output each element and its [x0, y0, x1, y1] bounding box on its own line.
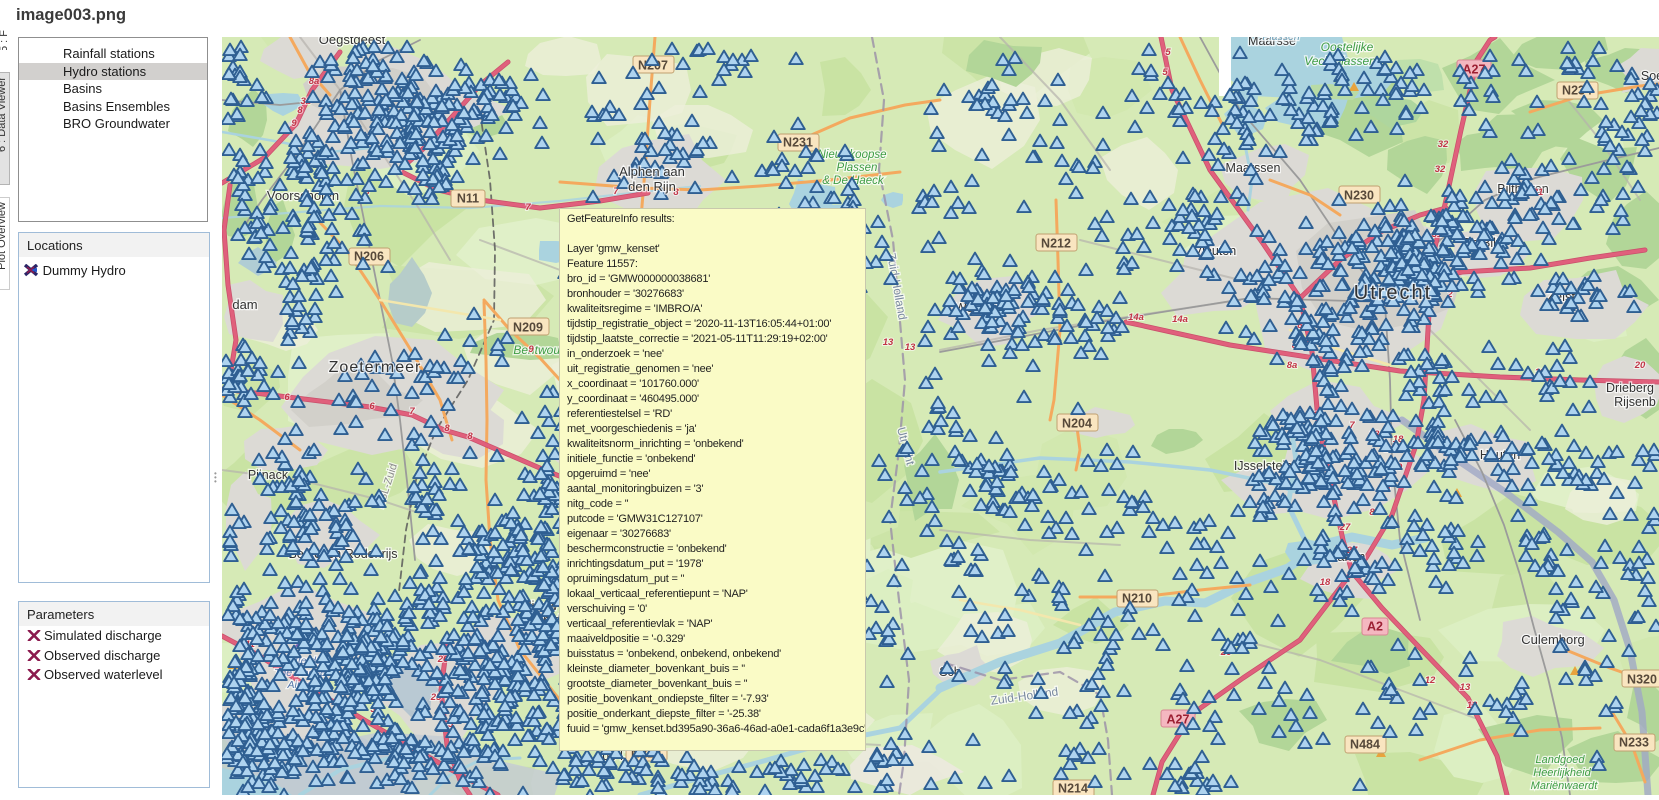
- svg-text:6: 6: [284, 392, 290, 403]
- svg-text:Rijsenb: Rijsenb: [1614, 395, 1656, 409]
- svg-text:N214: N214: [1058, 782, 1088, 796]
- svg-text:N210: N210: [1122, 592, 1152, 606]
- svg-text:14a: 14a: [1128, 312, 1144, 323]
- svg-text:5: 5: [1165, 47, 1171, 58]
- svg-text:14a: 14a: [1172, 314, 1188, 325]
- svg-text:den Rijn: den Rijn: [628, 179, 676, 194]
- svg-text:Utrecht: Utrecht: [1354, 282, 1432, 304]
- svg-text:Plassen: Plassen: [1262, 37, 1300, 43]
- svg-text:8: 8: [444, 423, 450, 434]
- svg-text:Zoetermeer: Zoetermeer: [329, 359, 422, 376]
- svg-text:N230: N230: [1344, 189, 1374, 203]
- svg-text:Landgoed: Landgoed: [1536, 754, 1586, 766]
- svg-text:7: 7: [409, 406, 415, 417]
- svg-text:Culemborg: Culemborg: [1521, 632, 1585, 647]
- svg-text:20: 20: [1634, 360, 1646, 371]
- svg-text:dam: dam: [232, 297, 257, 312]
- svg-text:9: 9: [528, 344, 534, 355]
- svg-text:18: 18: [1320, 577, 1331, 588]
- svg-text:N233: N233: [1619, 736, 1649, 750]
- svg-text:N212: N212: [1041, 237, 1071, 251]
- svg-text:Drieberg: Drieberg: [1606, 381, 1654, 395]
- svg-text:Alphen aan: Alphen aan: [619, 164, 685, 179]
- svg-text:Plassen: Plassen: [837, 162, 878, 174]
- svg-text:8a: 8a: [1287, 360, 1298, 371]
- svg-text:32: 32: [1435, 164, 1446, 175]
- svg-text:9: 9: [291, 118, 297, 129]
- svg-text:N484: N484: [1350, 738, 1380, 752]
- svg-text:13: 13: [883, 337, 894, 348]
- svg-text:Heerlijkheid: Heerlijkheid: [1533, 767, 1591, 779]
- svg-text:8: 8: [467, 431, 473, 442]
- svg-text:N209: N209: [513, 321, 543, 335]
- svg-text:N206: N206: [354, 250, 384, 264]
- svg-text:N320: N320: [1627, 673, 1657, 687]
- svg-text:N231: N231: [783, 136, 813, 150]
- svg-text:6: 6: [369, 401, 375, 412]
- svg-text:Oostelijke: Oostelijke: [1321, 40, 1374, 54]
- svg-text:8: 8: [297, 105, 303, 116]
- svg-text:13: 13: [1460, 682, 1471, 693]
- svg-text:7: 7: [525, 202, 531, 213]
- svg-text:32: 32: [1438, 139, 1449, 150]
- svg-text:N204: N204: [1062, 417, 1092, 431]
- svg-text:13: 13: [905, 342, 916, 353]
- svg-text:A27: A27: [1167, 713, 1190, 727]
- svg-text:N11: N11: [457, 192, 479, 206]
- svg-text:Mariënwaerdt: Mariënwaerdt: [1531, 780, 1599, 792]
- svg-text:A2: A2: [1367, 620, 1383, 634]
